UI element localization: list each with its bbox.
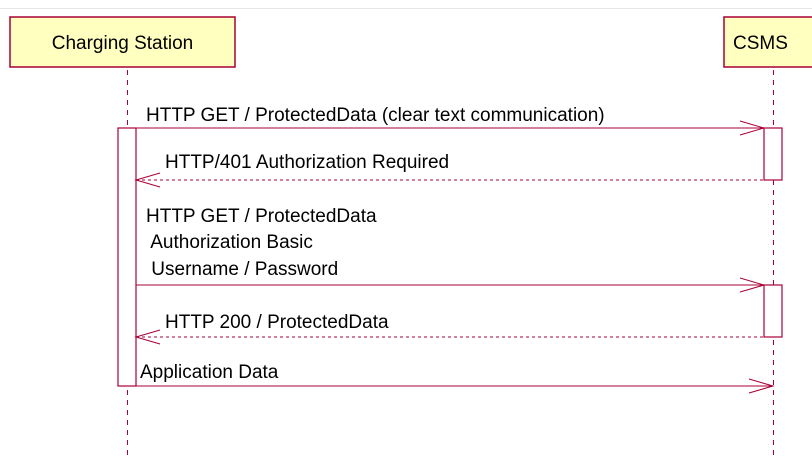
participant-charging-station: Charging Station: [9, 16, 236, 68]
csms-activation-bar: [763, 127, 783, 181]
participant-csms: CSMS: [723, 16, 812, 68]
message: HTTP/401 Authorization Required: [134, 152, 764, 188]
participant-label: CSMS: [733, 33, 788, 54]
message-label: HTTP 200 / ProtectedData: [165, 312, 389, 333]
message-label: Application Data: [140, 362, 279, 383]
message-label: HTTP/401 Authorization Required: [165, 152, 449, 173]
message-label: Username / Password: [146, 259, 338, 280]
message-label: HTTP GET / ProtectedData: [146, 206, 377, 227]
message: HTTP GET / ProtectedData Authorization B…: [136, 206, 766, 293]
participant-label: Charging Station: [52, 33, 194, 54]
sequence-diagram: Charging Station CSMS HTTP GET / Protect…: [0, 8, 812, 457]
message-label: HTTP GET / ProtectedData (clear text com…: [146, 105, 605, 126]
message: HTTP GET / ProtectedData (clear text com…: [136, 105, 766, 136]
message-label: Authorization Basic: [146, 232, 313, 253]
csms-activation-bar: [763, 284, 783, 338]
message: Application Data: [136, 362, 775, 394]
message: HTTP 200 / ProtectedData: [134, 312, 764, 345]
charging-station-activation-bar: [117, 127, 137, 387]
